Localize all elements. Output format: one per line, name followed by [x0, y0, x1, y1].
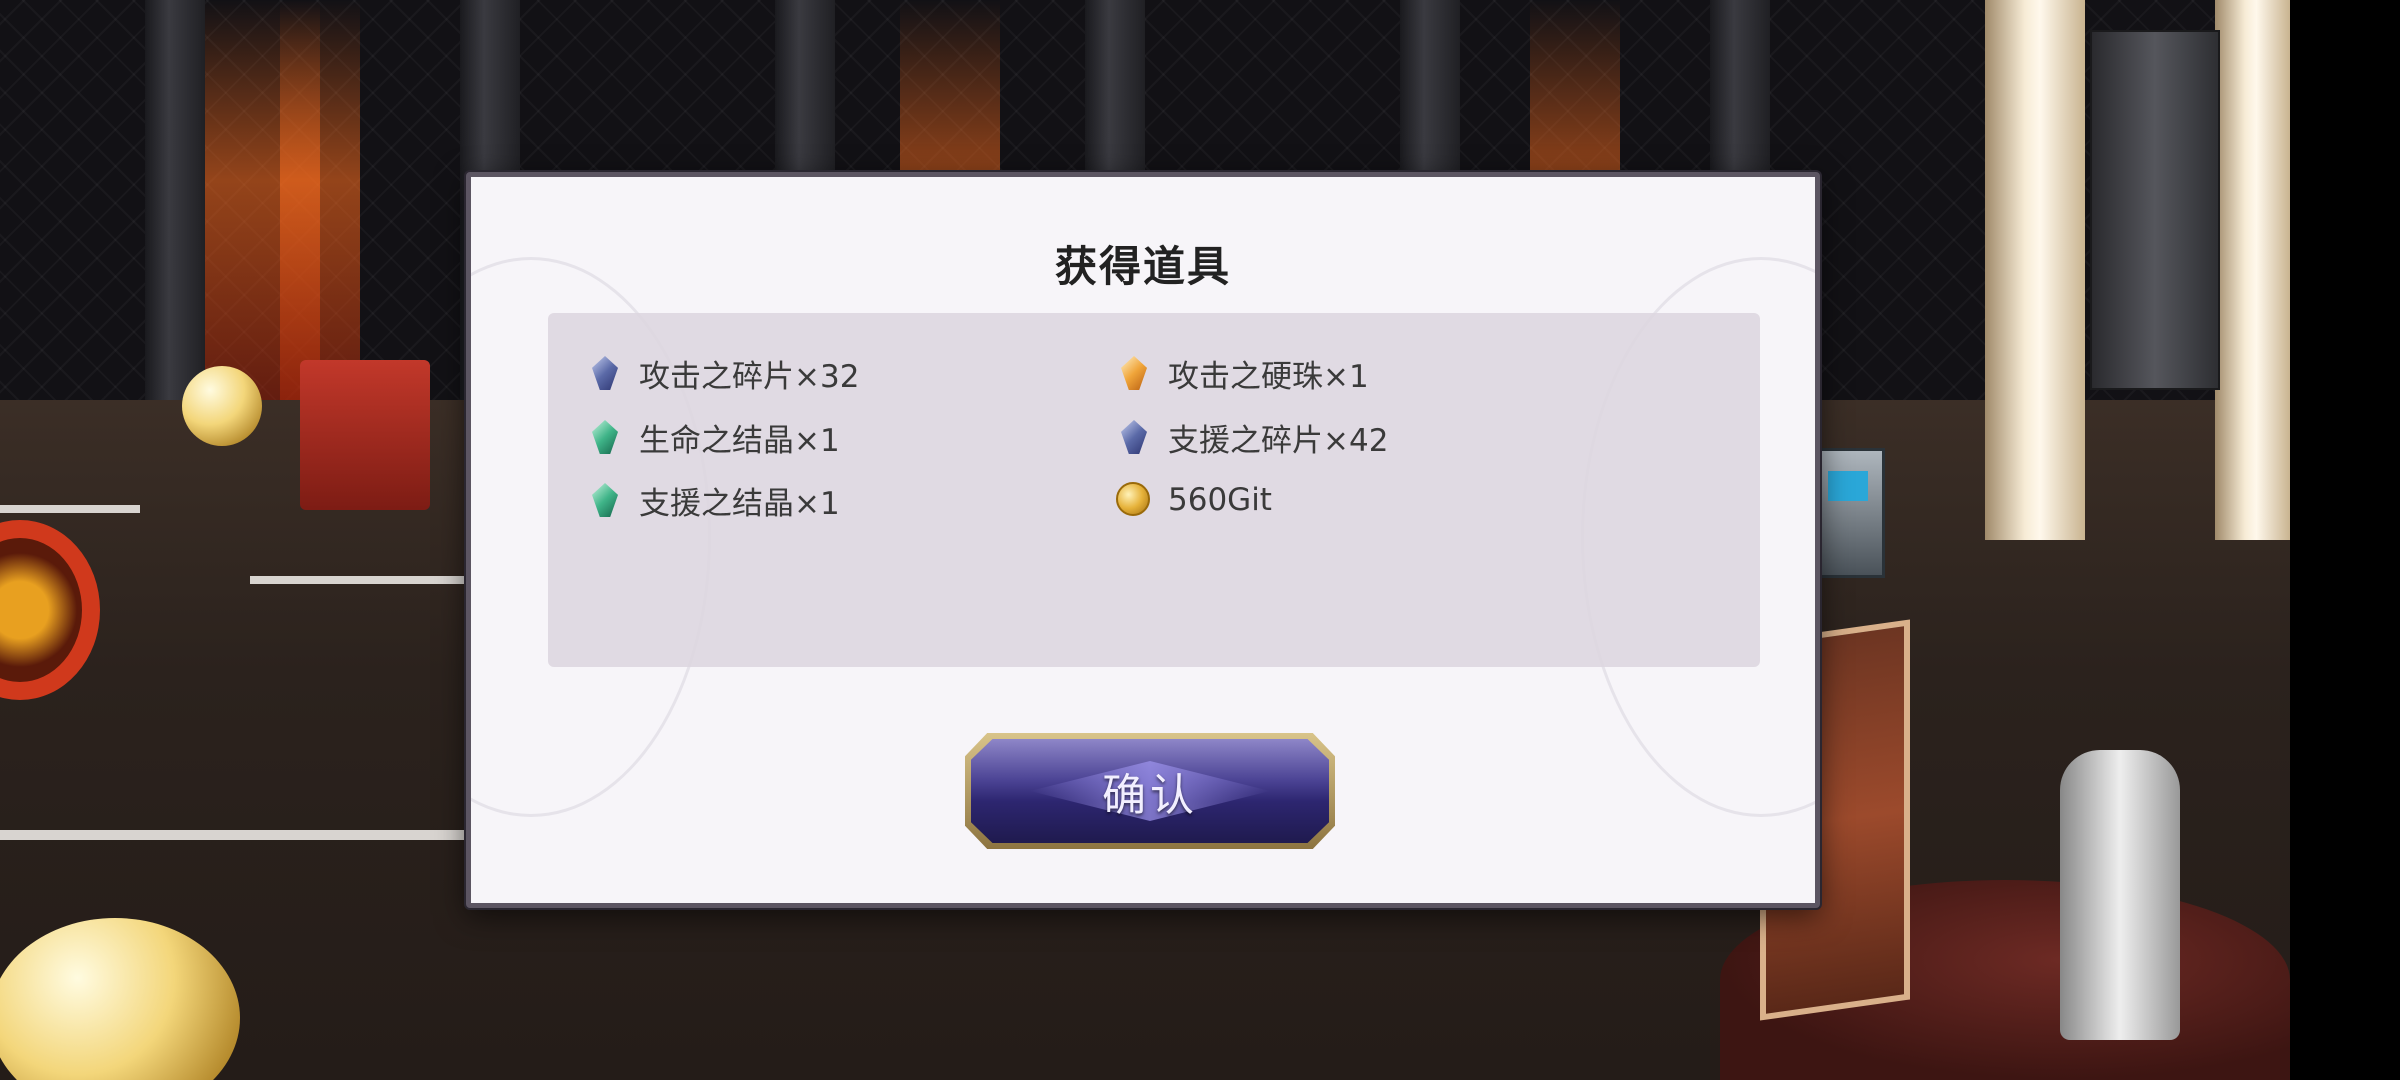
confirm-button-face[interactable]: 确认	[971, 739, 1329, 843]
floor-line	[0, 830, 470, 840]
reward-item-label: 生命之结晶×1	[639, 422, 840, 459]
white-pillar	[1985, 0, 2085, 540]
green-gem-icon	[587, 482, 623, 518]
reward-item: 560Git	[1116, 476, 1272, 524]
reward-item-label: 支援之结晶×1	[639, 485, 840, 522]
dialog-title: 获得道具	[1054, 242, 1231, 291]
reward-item: 攻击之碎片×32	[587, 349, 859, 397]
reward-item-label: 攻击之碎片×32	[639, 358, 860, 395]
blue-gem-icon	[587, 355, 623, 391]
wall-pillar	[145, 0, 205, 420]
metal-locker	[2090, 30, 2220, 390]
floor-line	[0, 505, 140, 513]
supply-box	[1815, 448, 1885, 578]
reward-item: 攻击之硬珠×1	[1116, 349, 1369, 397]
reward-item: 支援之碎片×42	[1116, 413, 1388, 461]
reward-item-label: 攻击之硬珠×1	[1168, 358, 1369, 395]
orange-gem-icon	[1116, 355, 1152, 391]
reward-item-label: 560Git	[1168, 482, 1272, 518]
white-pillar	[2215, 0, 2290, 540]
reward-item-label: 支援之碎片×42	[1168, 422, 1389, 459]
gold-ball	[182, 366, 262, 446]
screen-edge-bar	[2290, 0, 2400, 1080]
gym-machine	[300, 360, 430, 510]
wall-light	[280, 0, 360, 400]
reward-item: 支援之结晶×1	[587, 476, 840, 524]
reward-item: 生命之结晶×1	[587, 413, 840, 461]
training-device	[2060, 750, 2180, 1040]
blue-gem-icon	[1116, 419, 1152, 455]
gold-coin-icon	[1116, 482, 1152, 518]
item-reward-dialog: 获得道具 攻击之碎片×32 攻击之硬珠×1 生命之结晶×1 支援之碎片×42 支…	[466, 172, 1820, 908]
confirm-button[interactable]: 确认	[965, 733, 1335, 849]
confirm-button-label[interactable]: 确认	[1102, 759, 1198, 823]
reward-item-list: 攻击之碎片×32 攻击之硬珠×1 生命之结晶×1 支援之碎片×42 支援之结晶×…	[548, 313, 1760, 667]
floor-line	[250, 576, 470, 584]
green-gem-icon	[587, 419, 623, 455]
